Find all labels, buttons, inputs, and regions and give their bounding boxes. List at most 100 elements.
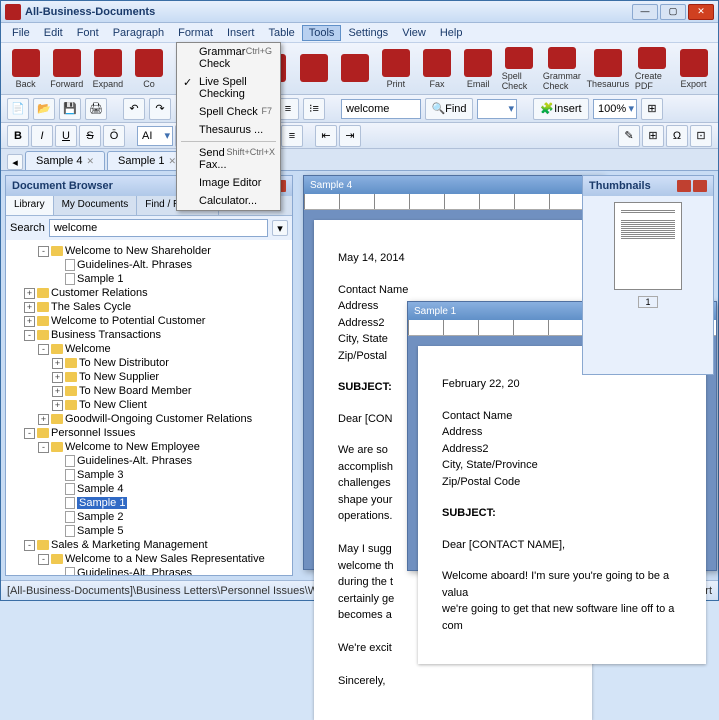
strike-button[interactable]: S — [79, 125, 101, 147]
print-button[interactable]: 🖨 — [85, 98, 107, 120]
expand-icon[interactable]: - — [24, 428, 35, 439]
menu-item[interactable]: Thesaurus ... — [177, 121, 280, 139]
search-go-button[interactable]: ▾ — [272, 220, 288, 236]
italic-button[interactable]: I — [31, 125, 53, 147]
expand-icon[interactable]: - — [38, 554, 49, 565]
tree-node[interactable]: Sample 4 — [8, 482, 290, 496]
menu-paragraph[interactable]: Paragraph — [106, 25, 171, 41]
close-icon[interactable]: ✕ — [169, 156, 177, 167]
tree-node[interactable]: +Customer Relations — [8, 286, 290, 300]
toolbar-thesaurus[interactable]: Thesaurus — [586, 46, 630, 92]
tree-node[interactable]: -Welcome to a New Sales Representative — [8, 552, 290, 566]
ruler[interactable] — [304, 194, 602, 210]
toolbar-print[interactable]: Print — [377, 46, 414, 92]
expand-icon[interactable]: + — [38, 414, 49, 425]
align-justify-button[interactable]: ≡ — [281, 125, 303, 147]
expand-icon[interactable]: - — [38, 246, 49, 257]
tree-node[interactable]: +To New Supplier — [8, 370, 290, 384]
tree-node[interactable]: -Welcome — [8, 342, 290, 356]
expand-icon[interactable]: + — [52, 400, 63, 411]
tree-node[interactable]: -Sales & Marketing Management — [8, 538, 290, 552]
tree-node[interactable]: -Welcome to New Employee — [8, 440, 290, 454]
zoom-combo[interactable]: 100% — [593, 99, 637, 119]
expand-icon[interactable]: + — [52, 372, 63, 383]
tree-node[interactable]: Sample 1 — [8, 496, 290, 510]
toolbar-grammar-check[interactable]: Grammar Check — [542, 46, 582, 92]
menu-item[interactable]: Spell CheckF7 — [177, 103, 280, 121]
expand-icon[interactable]: + — [52, 358, 63, 369]
doc-title[interactable]: Sample 4 — [304, 176, 602, 194]
expand-icon[interactable]: + — [52, 386, 63, 397]
tab-prev-button[interactable]: ◂ — [7, 154, 23, 170]
menu-item[interactable]: Image Editor — [177, 174, 280, 192]
extra-2[interactable]: ⊞ — [642, 125, 664, 147]
tree-node[interactable]: +Welcome to Potential Customer — [8, 314, 290, 328]
number-button[interactable]: ⁝≡ — [303, 98, 325, 120]
menu-item[interactable]: Live Spell Checking — [177, 73, 280, 103]
insert-button[interactable]: 🧩Insert — [533, 98, 589, 120]
tree-node[interactable]: +Goodwill-Ongoing Customer Relations — [8, 412, 290, 426]
toolbar-fax[interactable]: Fax — [418, 46, 455, 92]
menu-format[interactable]: Format — [171, 25, 220, 41]
minimize-button[interactable]: — — [632, 4, 658, 20]
menu-insert[interactable]: Insert — [220, 25, 262, 41]
tree-node[interactable]: Sample 2 — [8, 510, 290, 524]
menu-tools[interactable]: Tools — [302, 25, 342, 41]
toolbar-forward[interactable]: Forward — [48, 46, 85, 92]
toolbar-email[interactable]: Email — [460, 46, 497, 92]
toolbar-co[interactable]: Co — [130, 46, 167, 92]
search-input[interactable] — [341, 99, 421, 119]
tree-node[interactable]: Sample 1 — [8, 272, 290, 286]
panel-min-icon[interactable] — [677, 180, 691, 192]
tree-node[interactable]: +To New Board Member — [8, 384, 290, 398]
maximize-button[interactable]: ▢ — [660, 4, 686, 20]
tree-node[interactable]: Sample 5 — [8, 524, 290, 538]
extra-4[interactable]: ⊡ — [690, 125, 712, 147]
toolbar-expand[interactable]: Expand — [89, 46, 126, 92]
zoom-fit-button[interactable]: ⊞ — [641, 98, 663, 120]
expand-icon[interactable]: - — [38, 442, 49, 453]
tab[interactable]: Sample 4✕ — [25, 151, 105, 170]
tree-node[interactable]: +The Sales Cycle — [8, 300, 290, 314]
undo-button[interactable]: ↶ — [123, 98, 145, 120]
toolbar-create-pdf[interactable]: Create PDF — [634, 46, 671, 92]
indent-dec-button[interactable]: ⇤ — [315, 125, 337, 147]
menu-table[interactable]: Table — [261, 25, 301, 41]
expand-icon[interactable]: - — [24, 540, 35, 551]
close-button[interactable]: ✕ — [688, 4, 714, 20]
extra-1[interactable]: ✎ — [618, 125, 640, 147]
expand-icon[interactable]: - — [38, 344, 49, 355]
redo-button[interactable]: ↷ — [149, 98, 171, 120]
menu-font[interactable]: Font — [70, 25, 106, 41]
menu-item[interactable]: Calculator... — [177, 192, 280, 210]
expand-icon[interactable]: + — [24, 288, 35, 299]
new-button[interactable]: 📄 — [7, 98, 29, 120]
open-button[interactable]: 📂 — [33, 98, 55, 120]
expand-icon[interactable]: - — [24, 330, 35, 341]
document-tree[interactable]: -Welcome to New Shareholder Guidelines-Al… — [6, 240, 292, 575]
toolbar-btn[interactable] — [336, 46, 373, 92]
menu-settings[interactable]: Settings — [341, 25, 395, 41]
panel-close-icon[interactable] — [693, 180, 707, 192]
underline-button[interactable]: U — [55, 125, 77, 147]
toolbar-btn[interactable] — [295, 46, 332, 92]
browser-tab[interactable]: Library — [6, 196, 54, 215]
menu-item[interactable]: Send Fax...Shift+Ctrl+X — [177, 144, 280, 174]
find-button[interactable]: 🔍Find — [425, 98, 473, 120]
expand-icon[interactable]: + — [24, 302, 35, 313]
toolbar-spell-check[interactable]: Spell Check — [501, 46, 538, 92]
browser-tab[interactable]: My Documents — [54, 196, 138, 215]
style-combo[interactable]: AI — [137, 126, 173, 146]
menu-file[interactable]: File — [5, 25, 37, 41]
combo-1[interactable] — [477, 99, 517, 119]
tree-node[interactable]: -Welcome to New Shareholder — [8, 244, 290, 258]
menu-edit[interactable]: Edit — [37, 25, 70, 41]
toolbar-back[interactable]: Back — [7, 46, 44, 92]
tree-node[interactable]: Sample 3 — [8, 468, 290, 482]
tree-node[interactable]: +To New Distributor — [8, 356, 290, 370]
tree-node[interactable]: Guidelines-Alt. Phrases — [8, 566, 290, 575]
bold-button[interactable]: B — [7, 125, 29, 147]
close-icon[interactable]: ✕ — [86, 156, 94, 167]
expand-icon[interactable]: + — [24, 316, 35, 327]
indent-inc-button[interactable]: ⇥ — [339, 125, 361, 147]
